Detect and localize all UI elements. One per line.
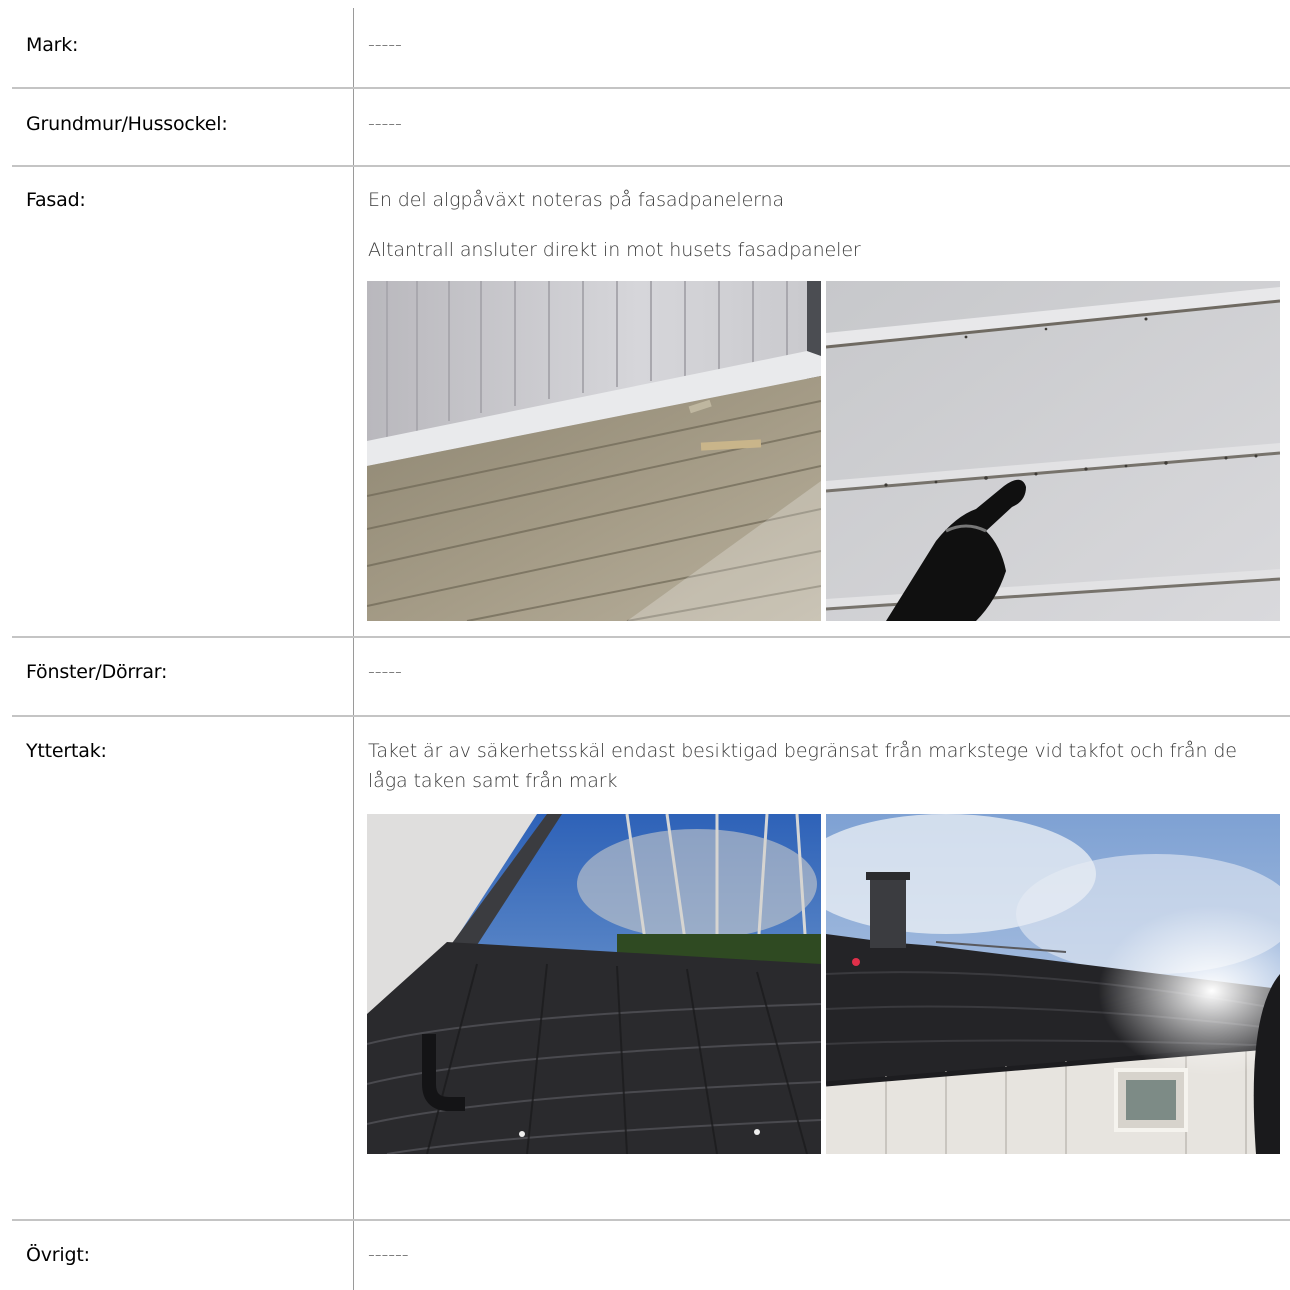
photo-deck-against-facade — [367, 281, 821, 621]
row-fonster-value: ----- — [368, 661, 402, 683]
row-grundmur-value: ----- — [368, 113, 402, 135]
row-grundmur-label: Grundmur/Hussockel: — [26, 113, 228, 135]
photo-algae-on-panels — [826, 281, 1280, 621]
row-fonster-label: Fönster/Dörrar: — [26, 661, 168, 683]
row-separator — [12, 165, 1290, 167]
yttertak-note: Taket är av säkerhetsskäl endast besikti… — [368, 740, 1237, 792]
fasad-note-decking: Altantrall ansluter direkt in mot husets… — [368, 239, 861, 261]
column-divider — [353, 8, 354, 1290]
row-separator — [12, 87, 1290, 89]
row-ovrigt-value: ------ — [368, 1244, 409, 1266]
row-yttertak-label: Yttertak: — [26, 740, 107, 762]
photo-roof-from-eaves — [367, 814, 821, 1154]
row-separator — [12, 715, 1290, 717]
photo-roof-with-chimney — [826, 814, 1280, 1154]
fasad-note-algae: En del algpåväxt noteras på fasadpaneler… — [368, 189, 785, 211]
row-mark-label: Mark: — [26, 34, 79, 56]
row-fasad-label: Fasad: — [26, 189, 86, 211]
row-mark-value: ----- — [368, 34, 402, 56]
row-separator — [12, 636, 1290, 638]
row-ovrigt-label: Övrigt: — [26, 1244, 90, 1266]
row-separator — [12, 1219, 1290, 1221]
